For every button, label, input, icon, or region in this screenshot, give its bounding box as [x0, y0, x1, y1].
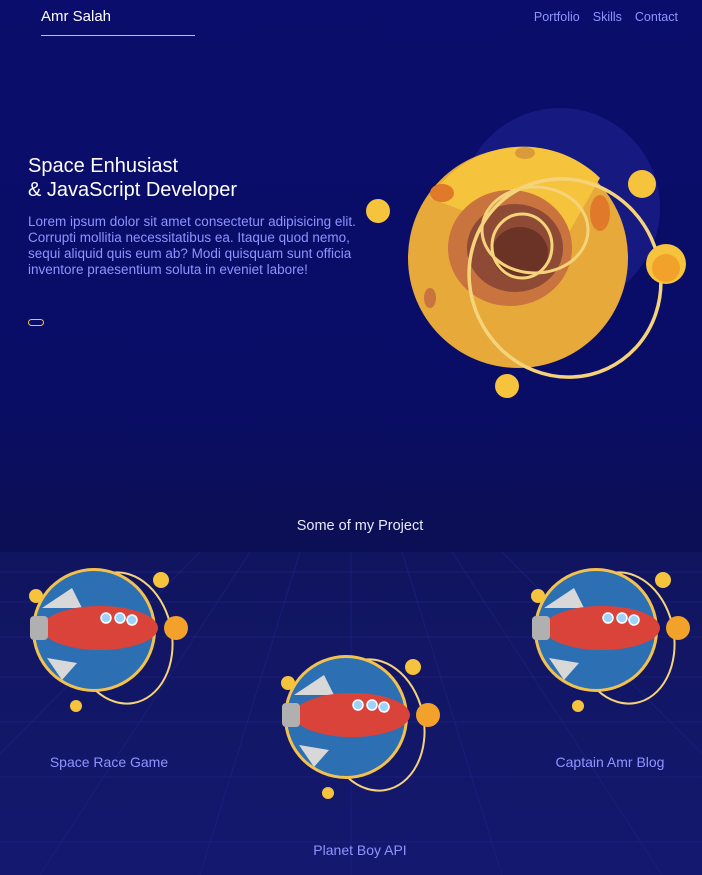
project-card-space-race[interactable]: [22, 568, 192, 718]
brand-name[interactable]: Amr Salah: [41, 8, 111, 25]
rocket-icon: [29, 568, 188, 712]
hero-title: Space Enhusiast & JavaScript Developer: [28, 154, 237, 202]
rocket-icon: [281, 655, 440, 799]
hero-title-line2: & JavaScript Developer: [28, 179, 237, 201]
nav-skills-link[interactable]: Skills: [593, 10, 622, 24]
project-title-space-race[interactable]: Space Race Game: [9, 754, 209, 770]
main-nav: Portfolio Skills Contact: [534, 10, 678, 24]
projects-section-title: Some of my Project: [296, 518, 424, 534]
rocket-icon: [531, 568, 690, 712]
project-card-captain-amr[interactable]: [524, 568, 694, 718]
page: Amr Salah Portfolio Skills Contact Space…: [0, 0, 702, 875]
hero-title-line1: Space Enhusiast: [28, 155, 179, 177]
project-title-planet-boy[interactable]: Planet Boy API: [260, 842, 460, 858]
planet-icon: [366, 108, 686, 398]
nav-contact-link[interactable]: Contact: [635, 10, 678, 24]
project-title-captain-amr[interactable]: Captain Amr Blog: [510, 754, 702, 770]
nav-portfolio-link[interactable]: Portfolio: [534, 10, 580, 24]
hero-cta-button[interactable]: [28, 319, 44, 326]
brand-underline: [41, 35, 195, 36]
hero-description: Lorem ipsum dolor sit amet consectetur a…: [28, 214, 356, 277]
project-card-planet-boy[interactable]: [274, 655, 444, 805]
planet-illustration: [360, 108, 700, 408]
